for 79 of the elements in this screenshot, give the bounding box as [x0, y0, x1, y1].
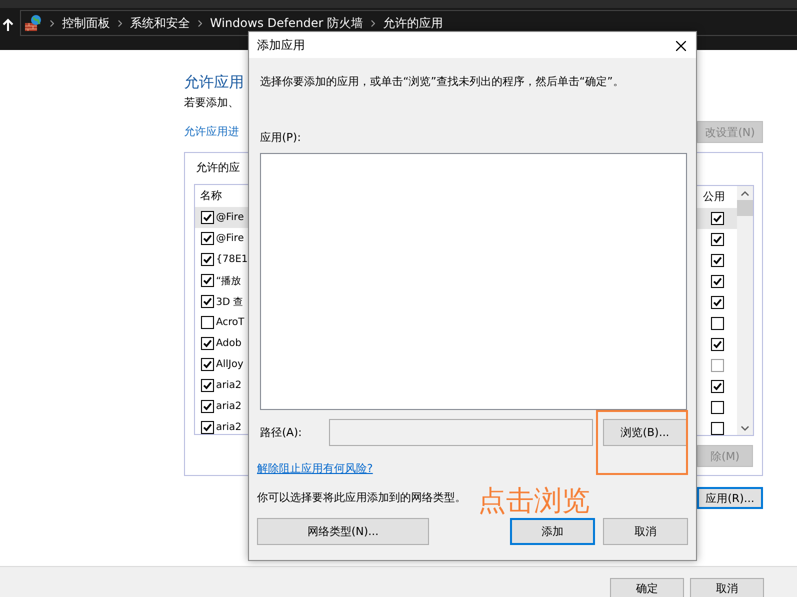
checkbox[interactable]: [201, 400, 214, 413]
checkbox[interactable]: [710, 401, 724, 414]
up-caret-icon[interactable]: [741, 191, 749, 196]
add-button[interactable]: 添加: [510, 518, 595, 545]
chevron-icon: [50, 20, 54, 26]
instruction-text: 选择你要添加的应用，或单击“浏览”查找未列出的程序，然后单击“确定”。: [260, 74, 625, 90]
list-row[interactable]: @Fire: [195, 207, 248, 228]
annotation-text: 点击浏览: [478, 483, 590, 519]
checkbox[interactable]: [201, 253, 214, 266]
allow-other-app-button[interactable]: 应用(R)...: [697, 487, 763, 509]
cancel-button[interactable]: 取消: [690, 578, 764, 597]
breadcrumb-item[interactable]: 控制面板: [62, 14, 110, 32]
group-label: 允许的应: [196, 160, 241, 176]
app-name: “播放: [216, 274, 242, 288]
network-type-text: 你可以选择要将此应用添加到的网络类型。: [257, 490, 466, 505]
browse-button[interactable]: 浏览(B)...: [603, 419, 687, 446]
ok-button[interactable]: 确定: [610, 578, 684, 597]
app-name: @Fire: [216, 212, 244, 223]
column-header: 公用: [702, 189, 726, 205]
list-row[interactable]: Adob: [195, 333, 248, 354]
checkbox[interactable]: [201, 421, 214, 434]
checkbox[interactable]: [710, 317, 724, 330]
app-name: {78E1: [216, 254, 248, 265]
list-row[interactable]: “播放: [195, 270, 248, 291]
checkbox[interactable]: [201, 337, 214, 350]
app-name: aria2: [216, 380, 242, 391]
app-name: aria2: [216, 401, 242, 412]
cancel-button[interactable]: 取消: [603, 518, 688, 545]
chevron-icon: [370, 20, 375, 26]
checkbox[interactable]: [710, 275, 724, 288]
risk-link[interactable]: 解除阻止应用有何风险?: [257, 461, 373, 476]
checkbox[interactable]: [201, 295, 214, 308]
list-row[interactable]: AcroT: [195, 312, 248, 333]
checkbox[interactable]: [201, 316, 214, 329]
app-name: 3D 查: [216, 296, 244, 308]
scrollbar[interactable]: [737, 186, 753, 435]
up-arrow-icon[interactable]: [2, 18, 14, 32]
path-label: 路径(A):: [259, 425, 303, 440]
network-type-button[interactable]: 网络类型(N)...: [257, 518, 429, 545]
checkbox[interactable]: [710, 380, 724, 393]
page-subtitle: 若要添加、: [184, 95, 240, 111]
list-row[interactable]: @Fire: [195, 228, 248, 249]
app-name: @Fire: [216, 233, 244, 244]
app-name: Adob: [216, 338, 242, 349]
firewall-icon: [24, 14, 42, 32]
list-row[interactable]: aria2: [195, 375, 248, 396]
breadcrumb-item[interactable]: 系统和安全: [130, 14, 190, 32]
chevron-icon: [118, 20, 122, 26]
chevron-icon: [198, 20, 202, 26]
checkbox[interactable]: [201, 379, 214, 392]
dialog-title: 添加应用: [257, 36, 305, 54]
checkbox[interactable]: [710, 296, 724, 309]
down-caret-icon[interactable]: [741, 426, 749, 431]
settings-link[interactable]: 允许应用进: [184, 124, 248, 140]
checkbox[interactable]: [201, 232, 214, 245]
list-row[interactable]: aria2: [195, 396, 248, 417]
breadcrumb-item[interactable]: Windows Defender 防火墙: [210, 14, 363, 32]
close-icon[interactable]: [676, 40, 686, 50]
breadcrumb-item[interactable]: 允许的应用: [382, 14, 443, 32]
apps-label: 应用(P):: [260, 130, 302, 146]
app-name: AllJoy: [216, 359, 244, 370]
app-name: AcroT: [216, 317, 244, 328]
checkbox[interactable]: [710, 254, 724, 267]
list-row[interactable]: aria2: [195, 417, 248, 434]
list-row[interactable]: AllJoy: [195, 354, 248, 375]
scroll-thumb[interactable]: [737, 200, 753, 216]
list-row[interactable]: 3D 查: [195, 291, 248, 312]
checkbox[interactable]: [201, 211, 214, 224]
list-row[interactable]: {78E1: [195, 249, 248, 270]
path-field[interactable]: [329, 419, 593, 446]
checkbox[interactable]: [710, 338, 724, 351]
app-name: aria2: [216, 422, 242, 433]
checkbox[interactable]: [201, 358, 214, 371]
checkbox[interactable]: [710, 422, 724, 435]
page-heading: 允许应用: [184, 72, 245, 92]
checkbox[interactable]: [710, 212, 724, 225]
checkbox[interactable]: [710, 233, 724, 246]
column-header: 名称: [199, 188, 223, 204]
checkbox[interactable]: [201, 274, 214, 287]
